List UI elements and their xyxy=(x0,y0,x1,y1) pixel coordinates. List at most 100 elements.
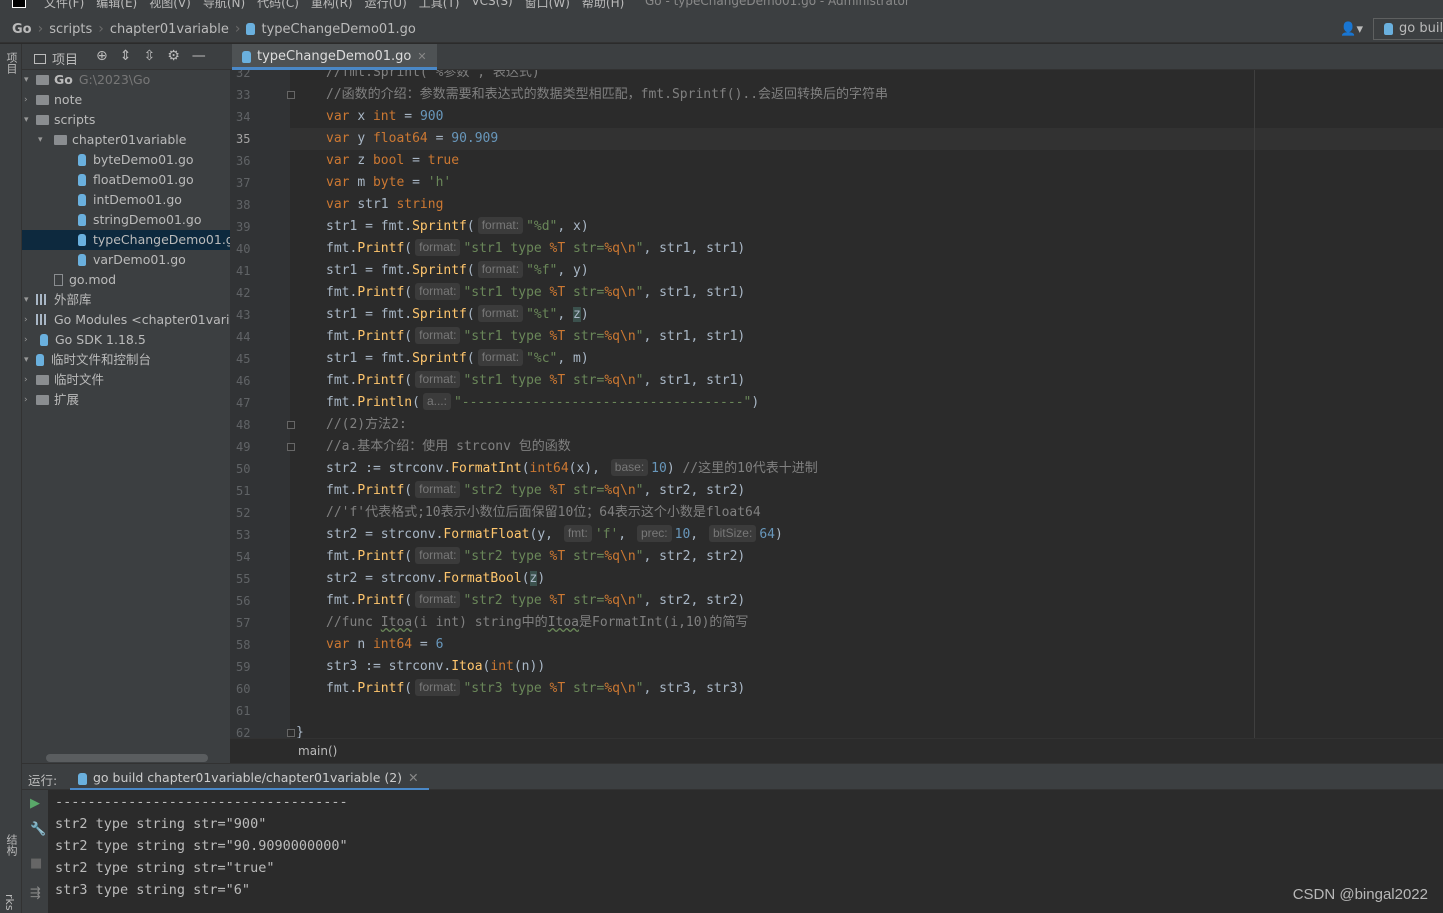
line-number: 37 xyxy=(236,176,251,190)
tree-item[interactable]: byteDemo01.go xyxy=(22,150,230,170)
tree-item[interactable]: varDemo01.go xyxy=(22,250,230,270)
chevron-right-icon[interactable]: › xyxy=(24,370,28,390)
tree-item[interactable]: typeChangeDemo01.go xyxy=(22,230,230,250)
fold-marker-icon[interactable] xyxy=(287,91,295,99)
breadcrumb-scripts[interactable]: scripts xyxy=(49,22,92,37)
tree-item[interactable]: › Go Modules <chapter01variab xyxy=(22,310,230,330)
settings-gear-icon[interactable]: ⚙ xyxy=(167,48,180,64)
chevron-down-icon[interactable]: ▾ xyxy=(24,290,29,310)
tree-item[interactable]: › 临时文件 xyxy=(22,370,230,390)
close-run-tab-icon[interactable]: ✕ xyxy=(408,770,418,785)
line-number: 51 xyxy=(236,484,251,498)
code-token: Printf xyxy=(357,593,405,608)
fold-marker-icon[interactable] xyxy=(287,443,295,451)
tree-item-label: 扩展 xyxy=(54,392,80,407)
run-console[interactable]: ------------------------------------ str2… xyxy=(48,790,1443,913)
tree-item[interactable]: ▾ Go G:\2023\Go xyxy=(22,70,230,90)
tree-item[interactable]: ▾ 外部库 xyxy=(22,290,230,310)
project-tool-tab[interactable]: 项目 xyxy=(3,52,19,74)
bookmarks-tool-tab[interactable]: rks xyxy=(3,894,16,911)
code-token: //fmt.Sprint("%参数", 表达式) xyxy=(326,70,540,80)
tree-item[interactable]: ▾ chapter01variable xyxy=(22,130,230,150)
run-config-selector[interactable]: go build xyxy=(1373,18,1443,40)
line-number: 47 xyxy=(236,396,251,410)
chevron-down-icon[interactable]: ▾ xyxy=(38,130,43,150)
code-token: str1 = fmt. xyxy=(326,219,413,234)
breadcrumb-file[interactable]: typeChangeDemo01.go xyxy=(261,22,415,37)
rerun-play-icon[interactable]: ▶ xyxy=(30,796,40,811)
menu-help[interactable]: 帮助(H) xyxy=(582,0,624,11)
chevron-right-icon[interactable]: › xyxy=(24,330,28,350)
chevron-right-icon[interactable]: › xyxy=(24,90,28,110)
function-crumb[interactable]: main() xyxy=(298,744,337,758)
menu-run[interactable]: 运行(U) xyxy=(365,0,407,11)
tree-item-label: go.mod xyxy=(69,272,117,287)
hide-panel-icon[interactable]: — xyxy=(192,48,206,64)
tree-item[interactable]: ▾ 临时文件和控制台 xyxy=(22,350,230,370)
code-token: str1 = fmt. xyxy=(326,351,413,366)
go-file-icon xyxy=(40,333,48,346)
breadcrumb-chapter[interactable]: chapter01variable xyxy=(110,22,229,37)
code-token: z xyxy=(573,307,581,322)
chevron-down-icon[interactable]: ▾ xyxy=(24,70,29,90)
menu-vcs[interactable]: VCS(S) xyxy=(471,0,512,11)
locate-file-icon[interactable]: ⊕ xyxy=(96,48,108,64)
code-line: //a.基本介绍：使用 strconv 包的函数 xyxy=(326,436,571,458)
console-line: str2 type string str="90.9090000000" xyxy=(55,838,348,854)
tree-item[interactable]: › 扩展 xyxy=(22,390,230,410)
code-line: str1 = fmt.Sprintf(format: "%t", z) xyxy=(326,304,589,326)
code-line: //fmt.Sprint("%参数", 表达式) xyxy=(326,70,540,84)
run-tab[interactable]: go build chapter01variable/chapter01vari… xyxy=(70,764,429,791)
code-token: byte xyxy=(372,175,405,190)
close-tab-icon[interactable]: ✕ xyxy=(417,50,426,63)
chevron-right-icon[interactable]: › xyxy=(24,390,28,410)
expand-all-icon[interactable]: ⇕ xyxy=(120,48,132,64)
fold-marker-icon[interactable] xyxy=(287,421,295,429)
app-logo-icon xyxy=(12,0,26,8)
wrench-icon[interactable]: 🔧 xyxy=(30,822,46,837)
tree-item[interactable]: › note xyxy=(22,90,230,110)
code-line: fmt.Printf(format: "str1 type %T str=%q\n… xyxy=(326,326,745,348)
code-line: //func Itoa(i int) string中的Itoa是FormatIn… xyxy=(326,612,748,634)
tab-typechangedemo01[interactable]: typeChangeDemo01.go ✕ xyxy=(232,44,437,70)
menu-window[interactable]: 窗口(W) xyxy=(525,0,570,11)
menu-code[interactable]: 代码(C) xyxy=(257,0,299,11)
tree-item[interactable]: intDemo01.go xyxy=(22,190,230,210)
code-line: var y float64 = 90.909 xyxy=(326,128,498,150)
chevron-right-icon[interactable]: › xyxy=(24,310,28,330)
code-token: fmt. xyxy=(326,329,358,344)
tree-item[interactable]: go.mod xyxy=(22,270,230,290)
navigation-bar: Go › scripts › chapter01variable › typeC… xyxy=(0,16,1443,43)
menu-file[interactable]: 文件(F) xyxy=(44,0,84,11)
menu-tools[interactable]: 工具(T) xyxy=(419,0,460,11)
breadcrumb-project[interactable]: Go xyxy=(12,22,32,37)
chevron-down-icon[interactable]: ▾ xyxy=(24,350,29,370)
collapse-all-icon[interactable]: ⇳ xyxy=(143,48,155,64)
user-dropdown-icon[interactable]: 👤▾ xyxy=(1340,22,1363,37)
code-token: FormatInt xyxy=(451,461,522,476)
code-token: y xyxy=(357,131,373,146)
tree-item[interactable]: › Go SDK 1.18.5 xyxy=(22,330,230,350)
fold-marker-icon[interactable] xyxy=(287,729,295,737)
structure-tool-tab[interactable]: 结构 xyxy=(3,834,19,856)
line-number: 33 xyxy=(236,88,251,102)
go-file-icon xyxy=(78,772,87,785)
menu-refactor[interactable]: 重构(R) xyxy=(311,0,353,11)
soft-wrap-icon[interactable]: ⇶ xyxy=(30,886,41,901)
tree-item[interactable]: ▾ scripts xyxy=(22,110,230,130)
line-number: 53 xyxy=(236,528,251,542)
console-line: str2 type string str="900" xyxy=(55,816,267,832)
line-number: 42 xyxy=(236,286,251,300)
project-tree-scrollbar[interactable] xyxy=(46,754,208,762)
menu-edit[interactable]: 编辑(E) xyxy=(96,0,137,11)
stop-icon[interactable]: ■ xyxy=(30,856,42,871)
code-token: fmt. xyxy=(326,373,358,388)
project-panel-title[interactable]: 项目 xyxy=(52,49,78,68)
code-editor[interactable]: 32 33 34 35 36 37 38 39 40 41 42 43 44 45 46 47 48 49 50 51… xyxy=(230,70,1443,738)
menu-view[interactable]: 视图(V) xyxy=(149,0,191,11)
tree-item[interactable]: floatDemo01.go xyxy=(22,170,230,190)
chevron-down-icon[interactable]: ▾ xyxy=(24,110,29,130)
tree-item[interactable]: stringDemo01.go xyxy=(22,210,230,230)
menu-navigate[interactable]: 导航(N) xyxy=(203,0,245,11)
code-line: var x int = 900 xyxy=(326,106,443,128)
